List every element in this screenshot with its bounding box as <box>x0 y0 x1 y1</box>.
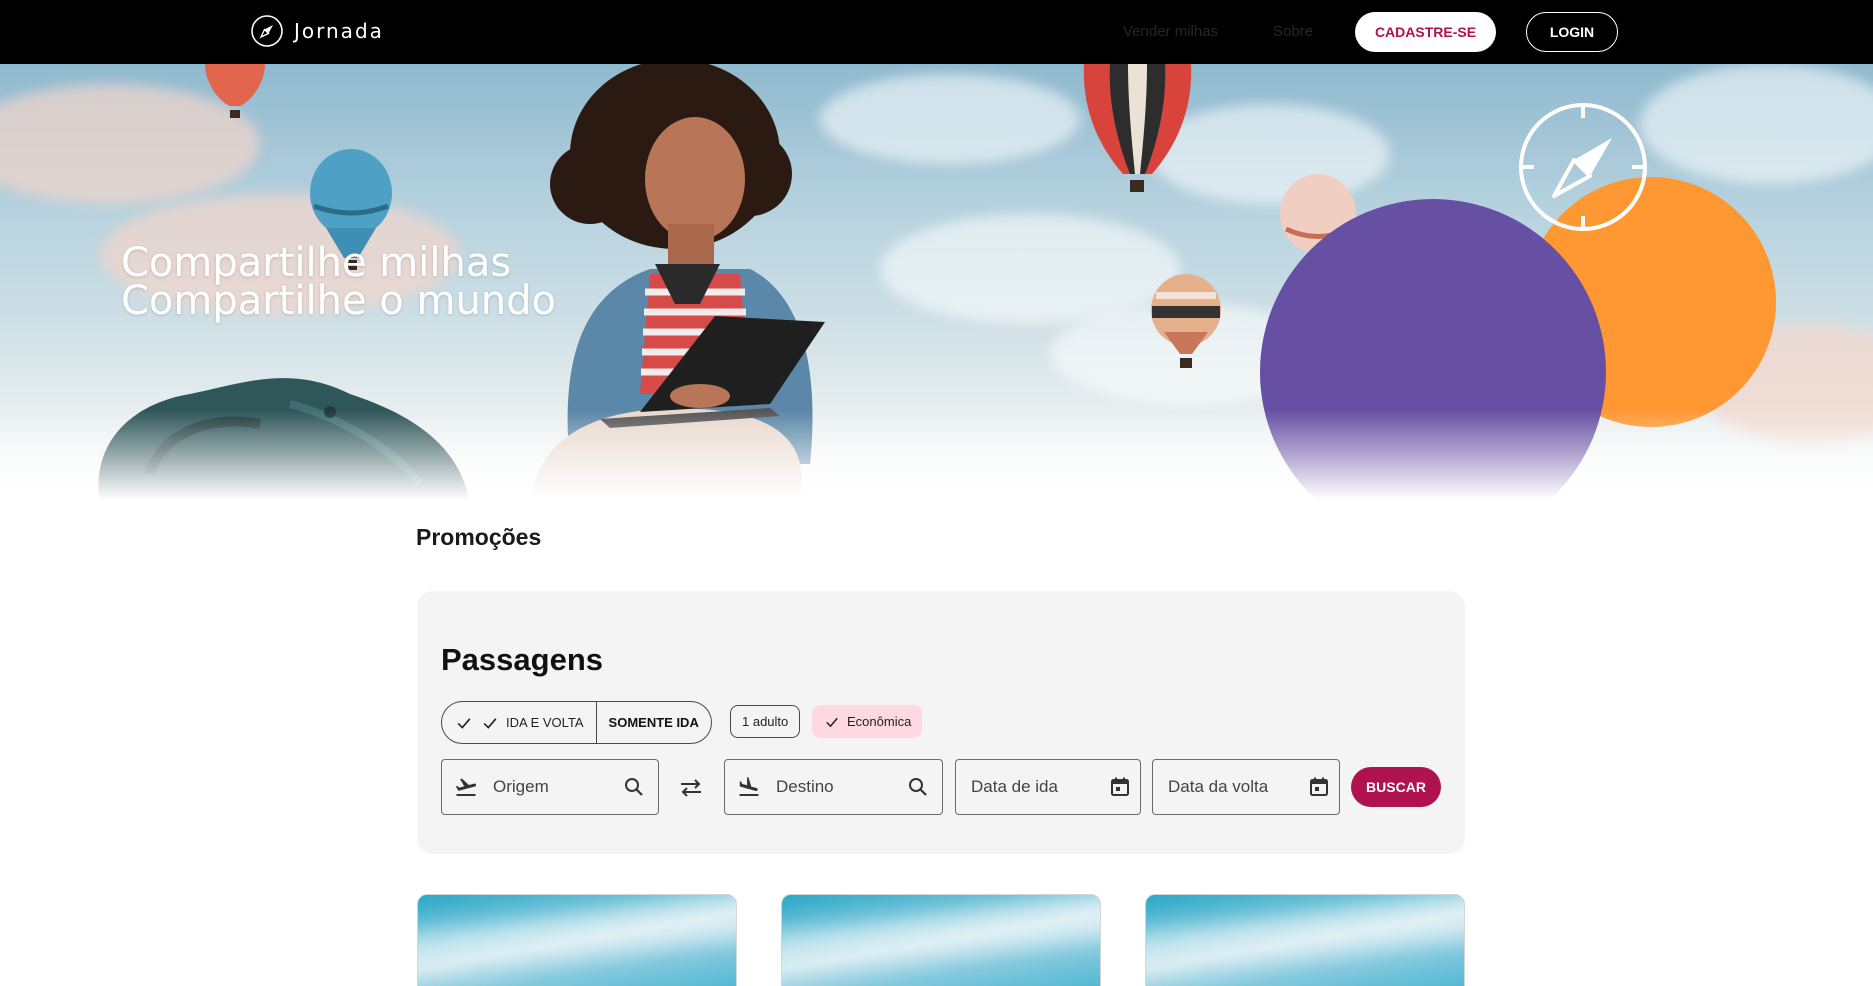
calendar-icon[interactable] <box>1307 775 1331 799</box>
search-card-title: Passagens <box>441 642 603 677</box>
nav-link-about[interactable]: Sobre <box>1273 23 1313 40</box>
compass-logo-icon <box>251 15 283 47</box>
cabin-class-chip[interactable]: Econômica <box>812 705 923 738</box>
signup-button[interactable]: CADASTRE-SE <box>1355 12 1496 52</box>
origin-placeholder: Origem <box>493 777 549 796</box>
check-icon <box>457 717 471 729</box>
calendar-icon[interactable] <box>1108 775 1132 799</box>
hot-air-balloon-image <box>205 64 265 118</box>
origin-field[interactable]: Origem <box>441 759 659 815</box>
cloud-decoration <box>1640 64 1873 184</box>
return-date-field[interactable]: Data da volta <box>1152 759 1340 815</box>
return-date-placeholder: Data da volta <box>1168 777 1269 796</box>
hero-headline: Compartilhe milhas Compartilhe o mundo <box>121 240 557 324</box>
top-navigation-bar: Jornada Vender milhas Sobre CADASTRE-SE … <box>0 0 1873 64</box>
passengers-chip-label: 1 adulto <box>742 714 789 729</box>
promo-card[interactable] <box>781 894 1101 986</box>
cabin-class-chip-label: Econômica <box>847 714 912 729</box>
search-icon[interactable] <box>622 775 646 799</box>
compass-icon <box>1519 103 1647 231</box>
trip-type-one-way[interactable]: SOMENTE IDA <box>595 702 711 743</box>
flight-search-card: Passagens IDA E VOLTA SOMENTE IDA 1 adul… <box>417 591 1465 854</box>
destination-field[interactable]: Destino <box>724 759 943 815</box>
promo-card[interactable] <box>417 894 737 986</box>
promotions-title: Promoções <box>416 524 542 550</box>
trip-type-round-trip[interactable]: IDA E VOLTA <box>442 702 596 743</box>
check-icon <box>483 717 497 729</box>
trip-type-one-way-label: SOMENTE IDA <box>608 715 699 730</box>
hot-air-balloon-image <box>1083 64 1192 192</box>
promo-card[interactable] <box>1145 894 1465 986</box>
brand-name: Jornada <box>294 19 384 43</box>
hero-bottom-fade <box>0 410 1873 500</box>
hero-headline-line-2: Compartilhe o mundo <box>121 278 557 324</box>
check-icon <box>826 717 838 727</box>
trip-type-toggle: IDA E VOLTA SOMENTE IDA <box>441 701 712 744</box>
departure-date-field[interactable]: Data de ida <box>955 759 1141 815</box>
departure-date-placeholder: Data de ida <box>971 777 1058 796</box>
flight-takeoff-icon <box>455 778 477 796</box>
passengers-chip[interactable]: 1 adulto <box>730 705 801 738</box>
nav-link-sell-miles[interactable]: Vender milhas <box>1123 23 1218 40</box>
swap-icon[interactable] <box>678 775 704 801</box>
hero-headline-line-1: Compartilhe milhas <box>121 240 512 286</box>
search-button[interactable]: BUSCAR <box>1351 767 1441 807</box>
trip-type-round-trip-label: IDA E VOLTA <box>506 715 584 730</box>
hot-air-balloon-image <box>1151 274 1221 368</box>
hero-banner: Compartilhe milhas Compartilhe o mundo <box>0 64 1873 500</box>
destination-placeholder: Destino <box>776 777 834 796</box>
search-icon[interactable] <box>906 775 930 799</box>
brand-logo[interactable]: Jornada <box>250 14 384 48</box>
flight-land-icon <box>739 777 759 796</box>
login-button[interactable]: LOGIN <box>1526 12 1618 52</box>
